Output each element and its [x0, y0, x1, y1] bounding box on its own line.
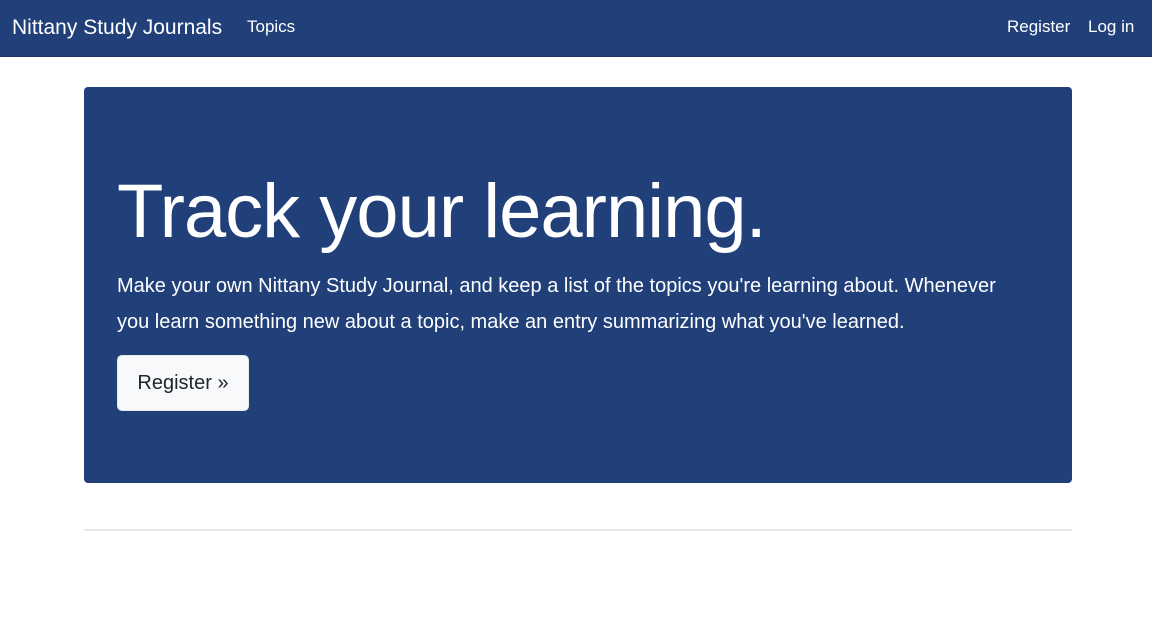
nav-link-register[interactable]: Register: [1007, 16, 1070, 38]
hero-lead-text: Make your own Nittany Study Journal, and…: [117, 275, 996, 333]
nav-link-topics[interactable]: Topics: [247, 16, 295, 38]
brand-link[interactable]: Nittany Study Journals: [12, 15, 222, 41]
hero-jumbotron: Track your learning. Make your own Nitta…: [84, 87, 1072, 483]
hero-register-button[interactable]: Register »: [117, 355, 249, 411]
divider: [84, 529, 1072, 531]
nav-link-login[interactable]: Log in: [1088, 16, 1134, 38]
hero-title: Track your learning.: [117, 169, 767, 254]
top-navbar: Nittany Study Journals Topics Register L…: [0, 0, 1152, 57]
